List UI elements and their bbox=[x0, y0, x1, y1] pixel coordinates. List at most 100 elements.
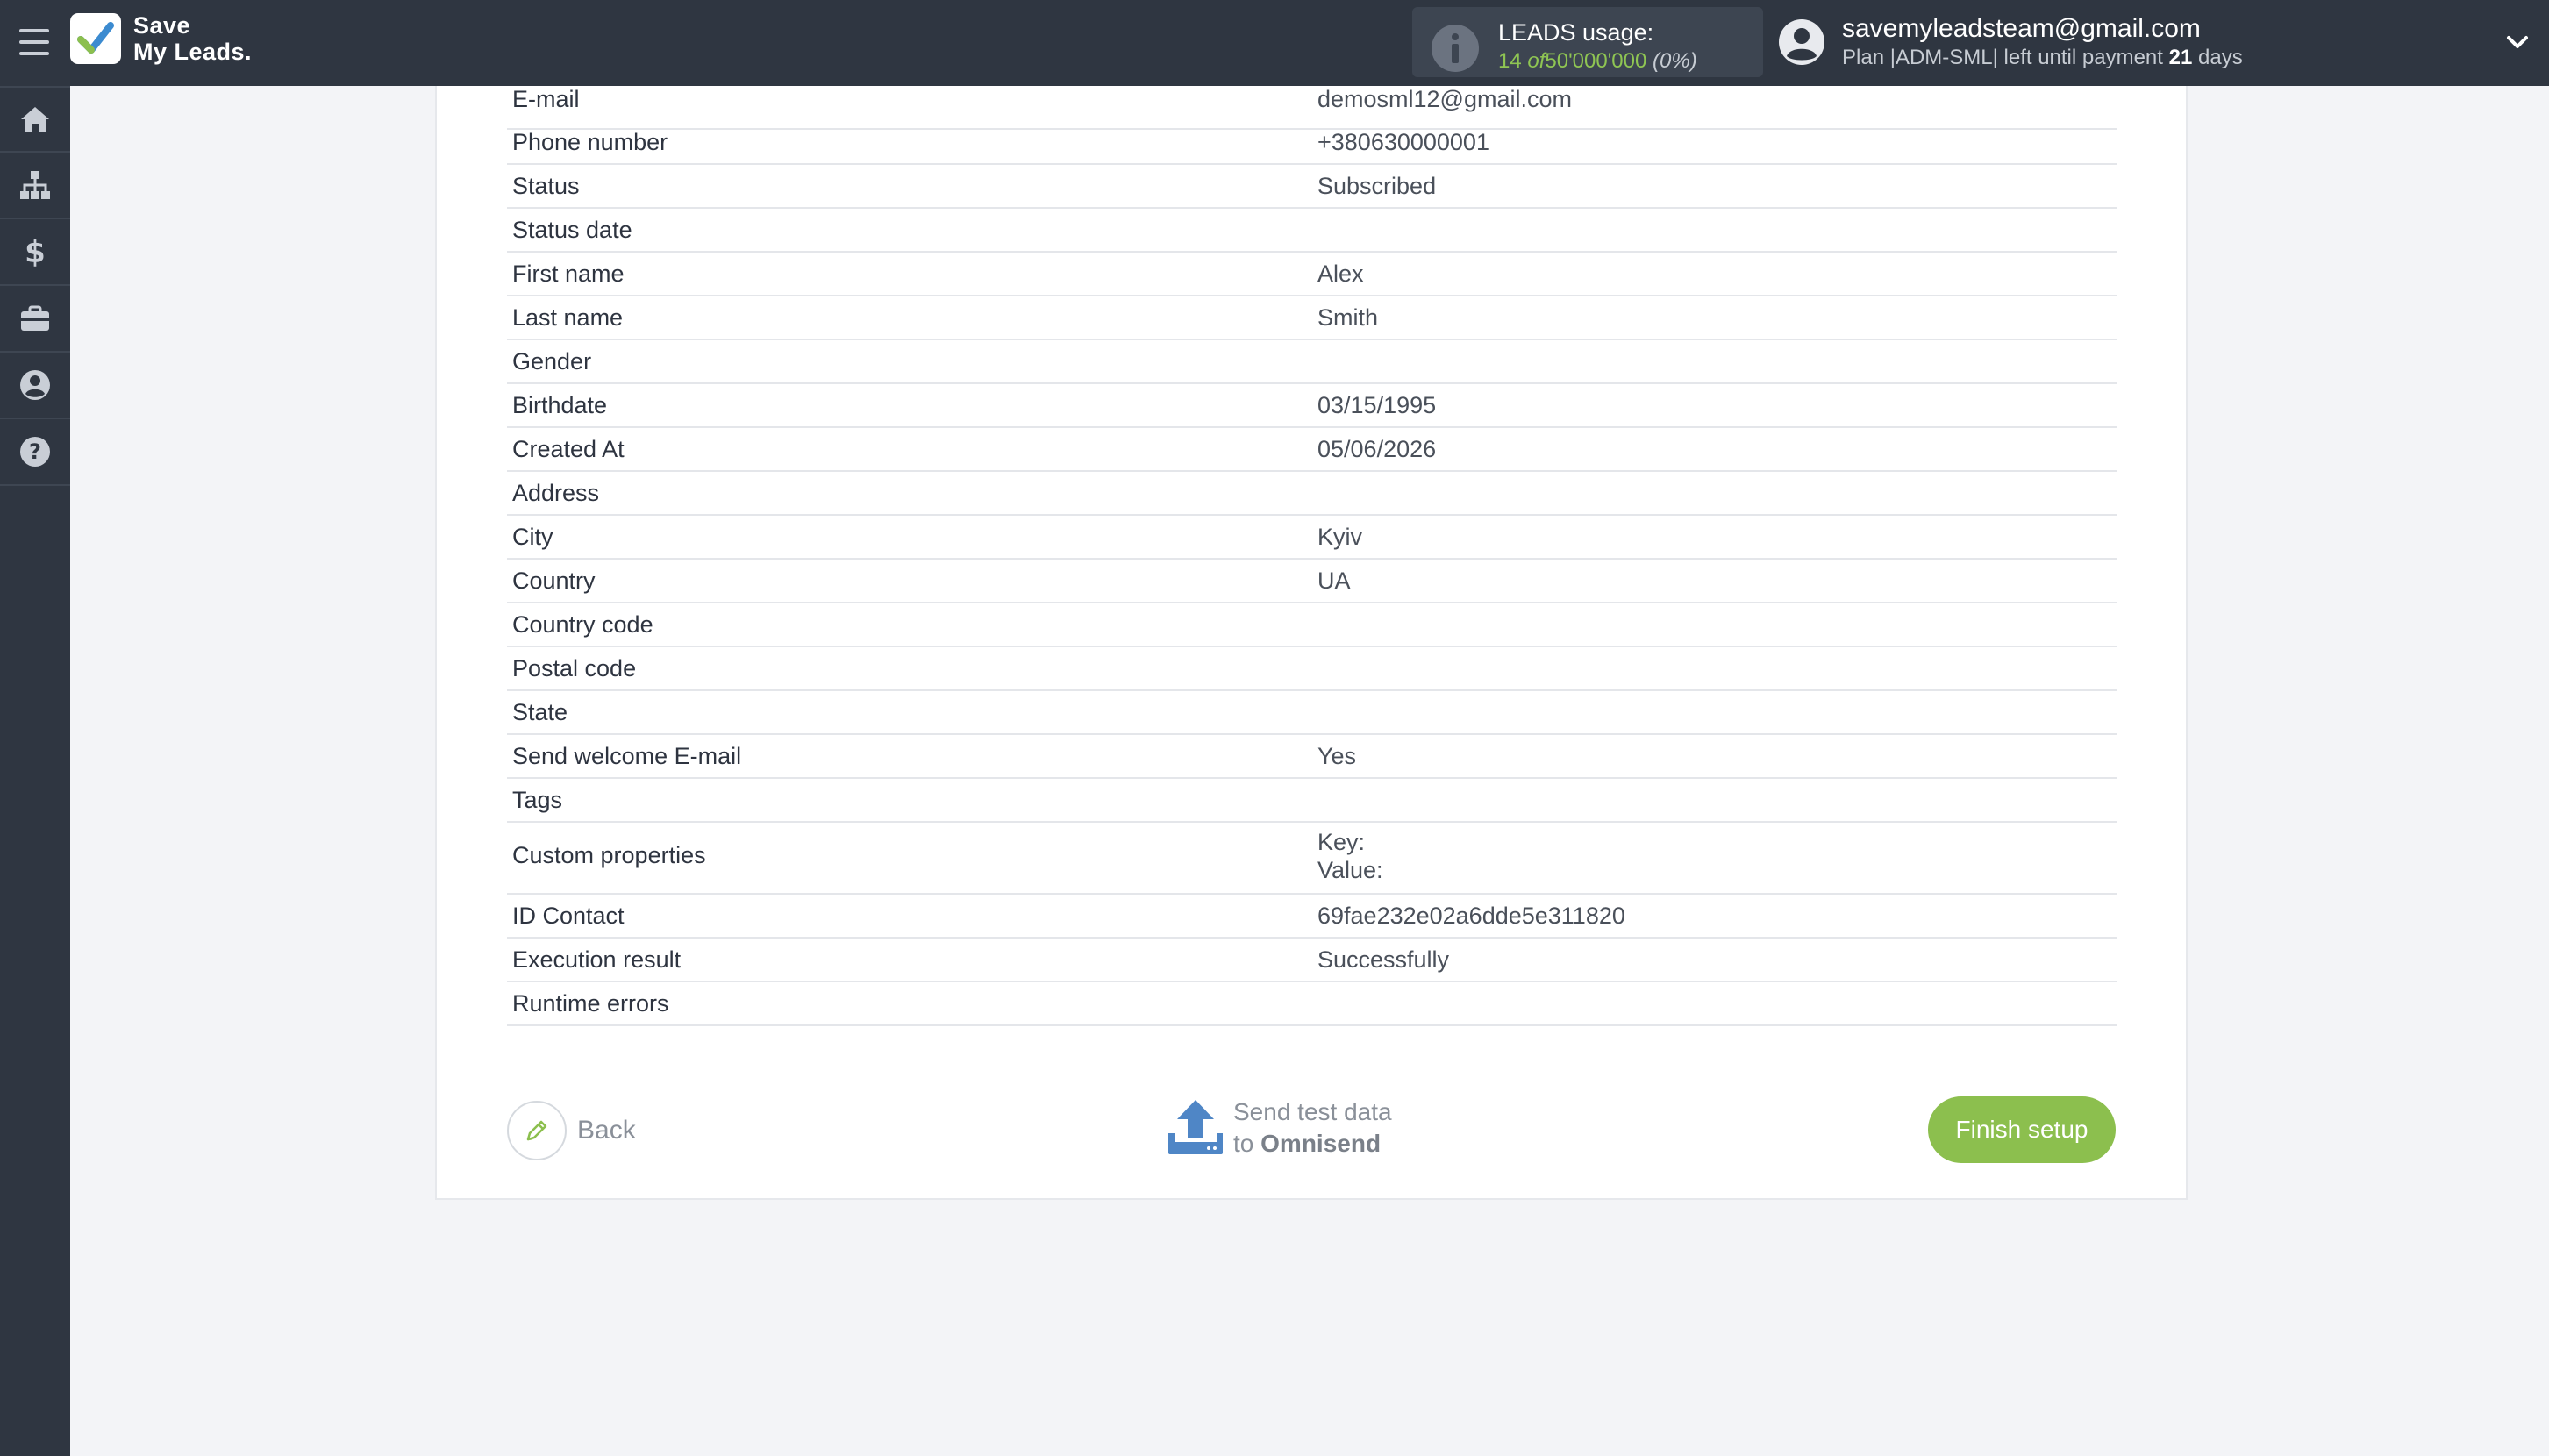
field-label: Gender bbox=[512, 348, 592, 375]
table-row: City Kyiv bbox=[507, 516, 2117, 560]
back-circle bbox=[507, 1101, 567, 1160]
leads-usage-title: LEADS usage: bbox=[1498, 19, 1654, 46]
sidebar: $ ? bbox=[0, 86, 70, 1456]
user-avatar-icon[interactable] bbox=[1777, 18, 1826, 67]
chevron-down-icon[interactable] bbox=[2503, 28, 2531, 56]
logo-line-2: My Leads. bbox=[133, 39, 253, 65]
question-icon: ? bbox=[20, 437, 50, 467]
field-value-secondary: Value: bbox=[1317, 857, 1383, 883]
sidebar-item-billing[interactable]: $ bbox=[0, 219, 70, 286]
finish-setup-button[interactable]: Finish setup bbox=[1928, 1096, 2116, 1163]
user-circle-icon bbox=[20, 370, 50, 400]
leads-percent: (0%) bbox=[1653, 49, 1697, 73]
field-label: Tags bbox=[512, 787, 563, 813]
field-value: 03/15/1995 bbox=[1317, 392, 1437, 418]
field-label: Custom properties bbox=[512, 842, 706, 868]
table-row: ID Contact 69fae232e02a6dde5e311820 bbox=[507, 895, 2117, 939]
user-email[interactable]: savemyleadsteam@gmail.com bbox=[1842, 14, 2201, 44]
send-test-target: Omnisend bbox=[1260, 1130, 1382, 1157]
field-label: Last name bbox=[512, 304, 624, 331]
table-row: Status Subscribed bbox=[507, 165, 2117, 209]
table-row: State bbox=[507, 691, 2117, 735]
field-label: City bbox=[512, 524, 553, 550]
send-test-data-button[interactable]: Send test data to Omnisend bbox=[1167, 1095, 1430, 1165]
table-row: Custom properties Key: Value: bbox=[507, 823, 2117, 895]
logo-icon[interactable] bbox=[70, 13, 121, 64]
field-label: Status bbox=[512, 173, 580, 199]
table-row: Country code bbox=[507, 603, 2117, 647]
field-value: Yes bbox=[1317, 743, 1357, 769]
sitemap-icon bbox=[20, 171, 50, 199]
logo-text[interactable]: Save My Leads. bbox=[133, 12, 252, 65]
field-label: Country bbox=[512, 567, 596, 594]
table-row: Status date bbox=[507, 209, 2117, 253]
field-value: Subscribed bbox=[1317, 173, 1437, 199]
field-label: Country code bbox=[512, 611, 653, 638]
field-value: Key: bbox=[1317, 829, 1366, 855]
table-row: Send welcome E-mail Yes bbox=[507, 735, 2117, 779]
field-value: Alex bbox=[1317, 261, 1364, 287]
field-label: E-mail bbox=[512, 86, 580, 112]
table-row: Birthdate 03/15/1995 bbox=[507, 384, 2117, 428]
plan-prefix: Plan |ADM-SML| left until payment bbox=[1842, 46, 2163, 69]
field-value: Kyiv bbox=[1317, 524, 1363, 550]
field-label: Runtime errors bbox=[512, 990, 669, 1017]
user-plan: Plan |ADM-SML| left until payment 21 day… bbox=[1842, 46, 2243, 70]
plan-days: 21 bbox=[2168, 46, 2193, 69]
send-test-line2: to Omnisend bbox=[1233, 1130, 1381, 1158]
send-test-line1: Send test data bbox=[1233, 1098, 1392, 1125]
dollar-icon: $ bbox=[25, 235, 46, 269]
table-row: Gender bbox=[507, 340, 2117, 384]
table-row: Address bbox=[507, 472, 2117, 516]
svg-text:?: ? bbox=[29, 439, 41, 464]
info-icon bbox=[1432, 25, 1479, 72]
field-value: +380630000001 bbox=[1317, 129, 1489, 155]
pencil-icon bbox=[526, 1120, 547, 1141]
briefcase-icon bbox=[21, 305, 49, 331]
field-label: First name bbox=[512, 261, 625, 287]
field-label: Execution result bbox=[512, 946, 682, 973]
table-row: Tags bbox=[507, 779, 2117, 823]
menu-icon[interactable] bbox=[18, 26, 51, 58]
field-value: UA bbox=[1317, 567, 1351, 594]
field-value: 69fae232e02a6dde5e311820 bbox=[1317, 903, 1625, 929]
field-value: Smith bbox=[1317, 304, 1379, 331]
sidebar-item-home[interactable] bbox=[0, 86, 70, 153]
upload-icon bbox=[1168, 1100, 1223, 1154]
send-test-prefix: to bbox=[1233, 1130, 1254, 1157]
field-label: Status date bbox=[512, 217, 632, 243]
field-label: Birthdate bbox=[512, 392, 608, 418]
sidebar-item-tools[interactable] bbox=[0, 286, 70, 353]
back-button[interactable]: Back bbox=[507, 1100, 656, 1161]
field-value: 05/06/2026 bbox=[1317, 436, 1437, 462]
sidebar-item-help[interactable]: ? bbox=[0, 419, 70, 486]
leads-of: of bbox=[1527, 49, 1546, 73]
table-row: Phone number +380630000001 bbox=[507, 121, 2117, 165]
table-row: Country UA bbox=[507, 560, 2117, 603]
leads-used: 14 bbox=[1498, 49, 1522, 73]
field-label: State bbox=[512, 699, 568, 725]
leads-usage-panel: LEADS usage: 14 of50'000'000 (0%) bbox=[1412, 7, 1763, 77]
field-value: demosml12@gmail.com bbox=[1317, 86, 1572, 112]
logo-line-1: Save bbox=[133, 12, 191, 39]
field-value: Successfully bbox=[1317, 946, 1450, 973]
top-bar: Save My Leads. LEADS usage: 14 of50'000'… bbox=[0, 0, 2549, 86]
sidebar-item-connections[interactable] bbox=[0, 153, 70, 219]
svg-text:$: $ bbox=[25, 235, 46, 269]
field-label: Created At bbox=[512, 436, 625, 462]
field-label: Send welcome E-mail bbox=[512, 743, 742, 769]
table-row: Runtime errors bbox=[507, 982, 2117, 1026]
field-label: Postal code bbox=[512, 655, 637, 682]
table-row: Last name Smith bbox=[507, 296, 2117, 340]
table-row: Execution result Successfully bbox=[507, 939, 2117, 982]
field-label: Address bbox=[512, 480, 600, 506]
back-label: Back bbox=[577, 1116, 636, 1145]
field-label: Phone number bbox=[512, 129, 668, 155]
field-label: ID Contact bbox=[512, 903, 625, 929]
leads-limit: 50'000'000 bbox=[1545, 49, 1647, 73]
plan-suffix: days bbox=[2198, 46, 2243, 69]
leads-usage-count: 14 of50'000'000 (0%) bbox=[1498, 49, 1697, 74]
table-row: Postal code bbox=[507, 647, 2117, 691]
home-icon bbox=[21, 107, 49, 132]
sidebar-item-account[interactable] bbox=[0, 353, 70, 419]
